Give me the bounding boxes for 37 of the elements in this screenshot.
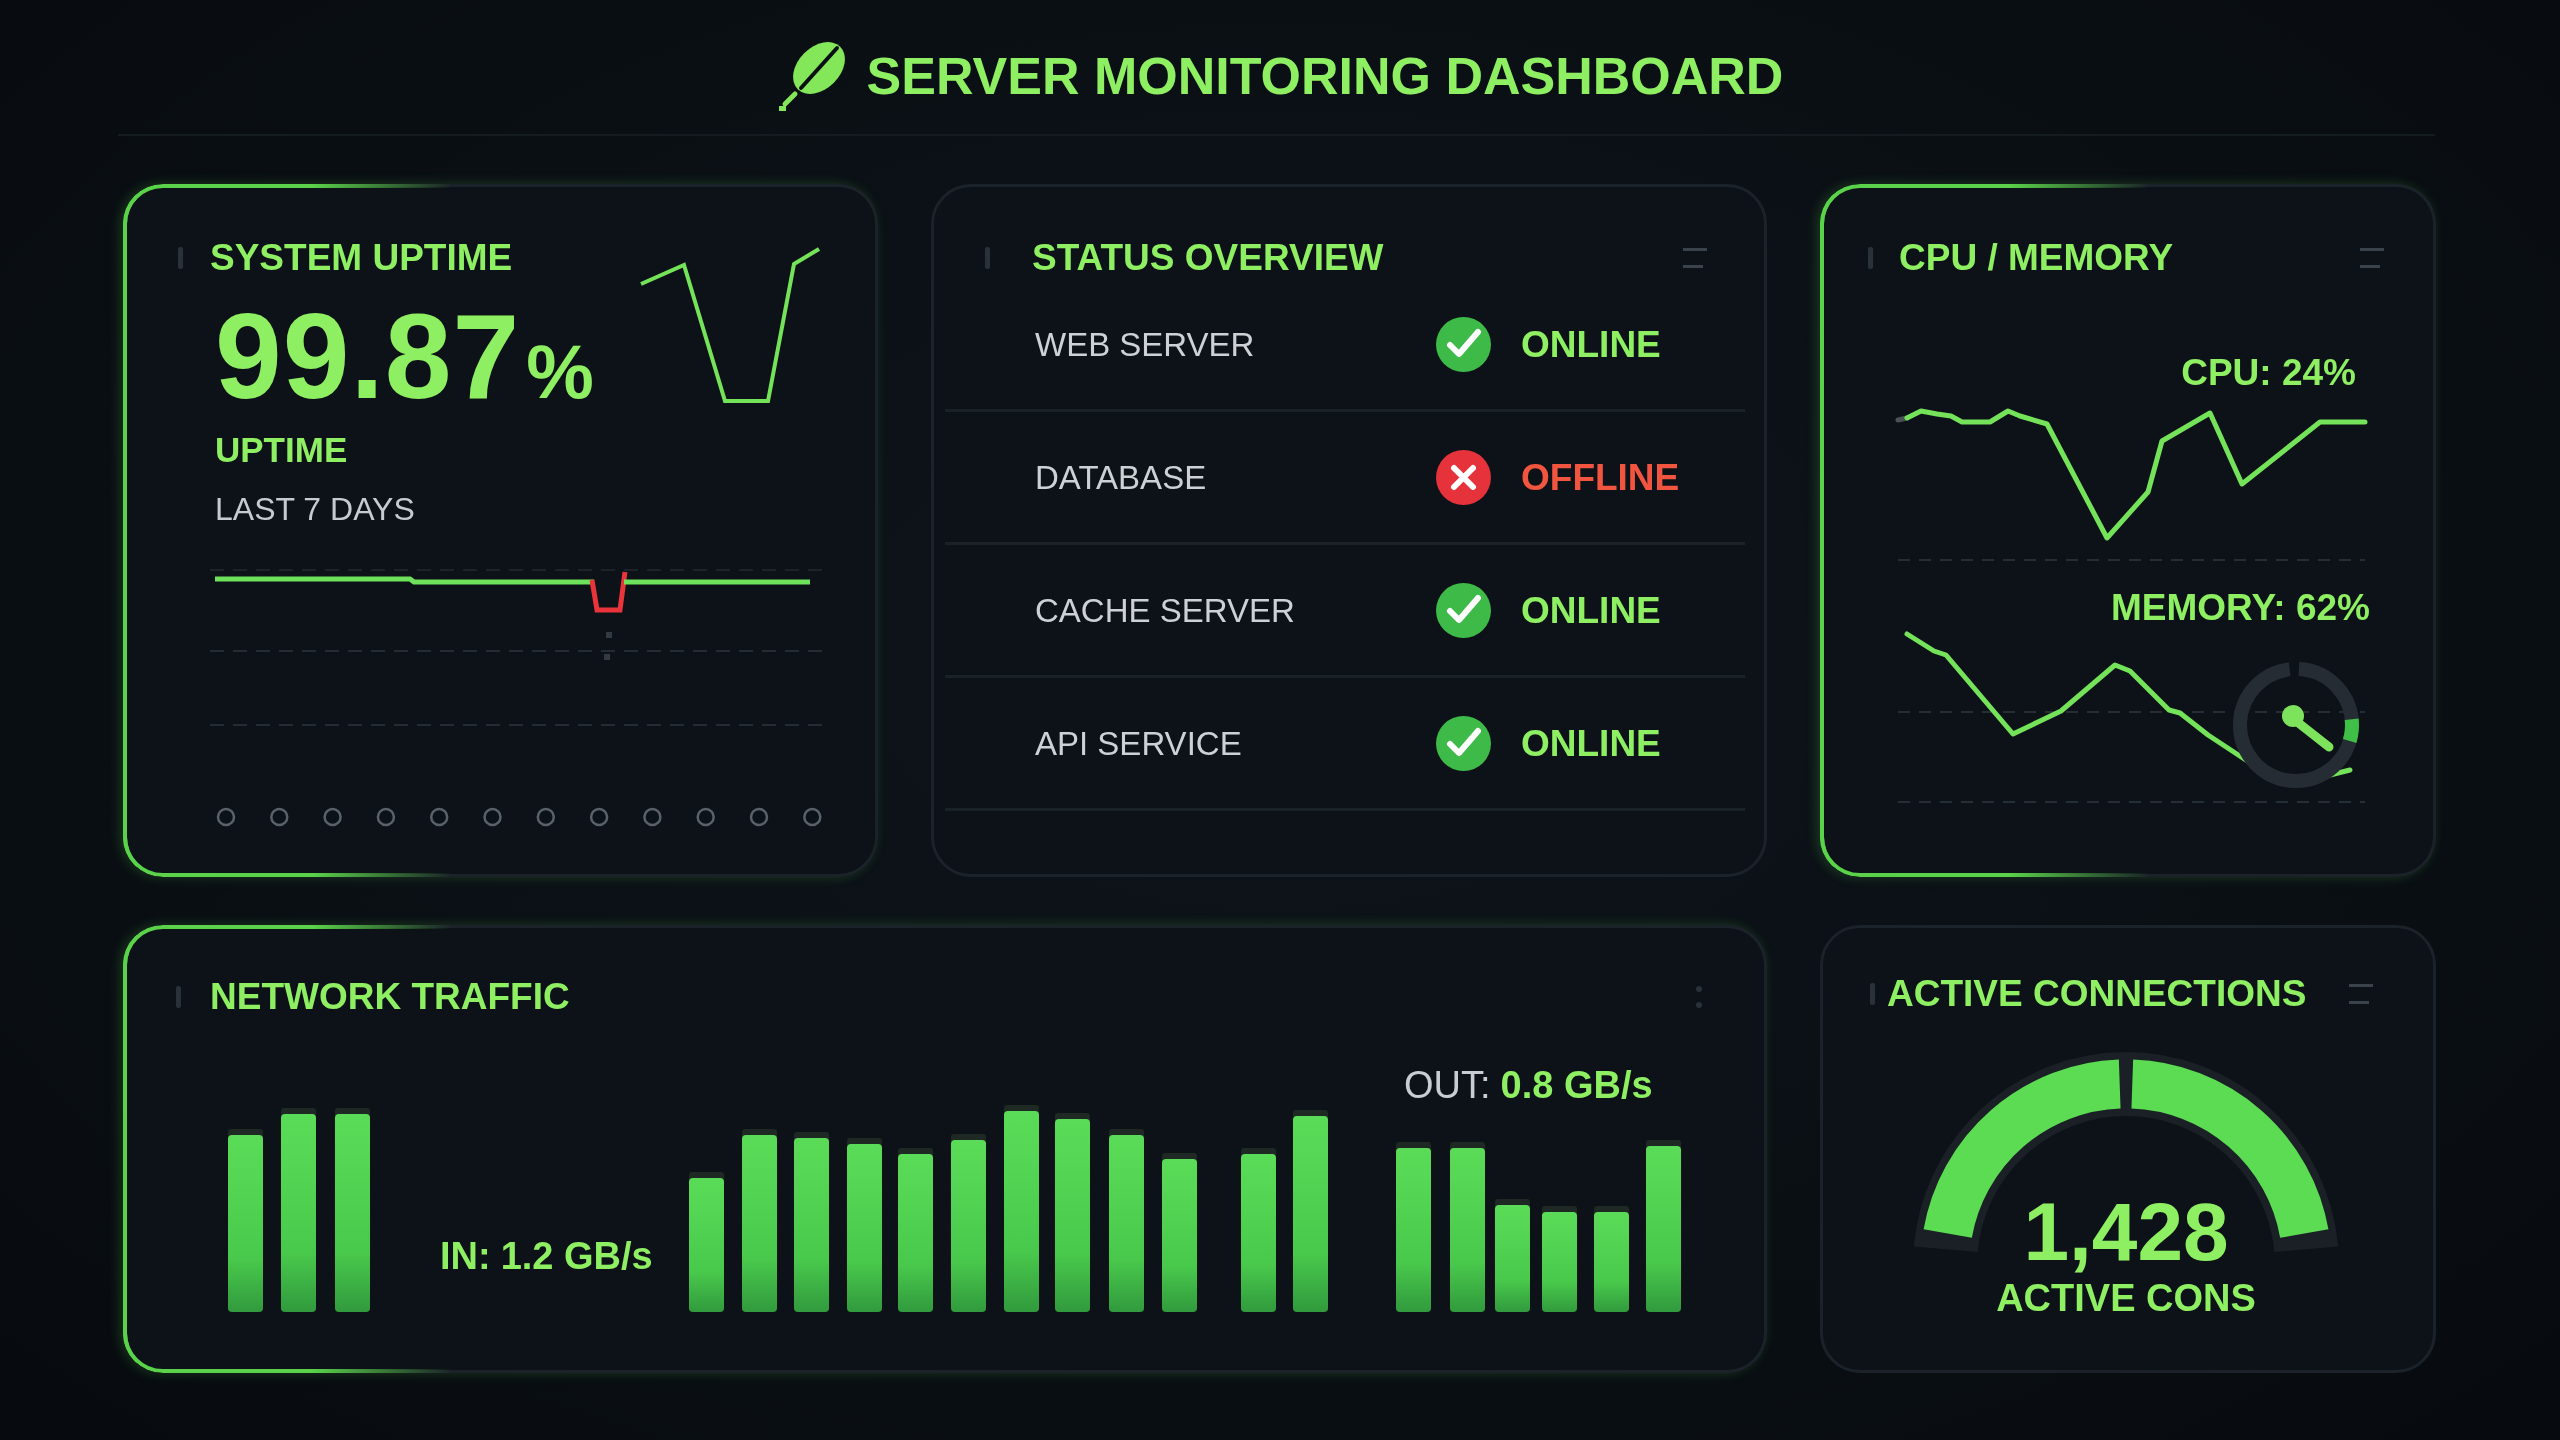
traffic-label: OUT: [1404,1066,1491,1104]
bar-icon [176,985,181,1008]
connection-count: 1,428 [2023,1191,2229,1273]
service-name: CACHE SERVER [1035,593,1295,627]
bar-icon [1870,982,1875,1005]
traffic-value: 1.2 GB/s [500,1237,653,1275]
service-status: OFFLINE [1521,458,1680,496]
service-status: ONLINE [1521,724,1661,762]
dashboard-title: SERVER MONITORING DASHBOARD [866,50,1784,102]
uptime-value: 99.87 [215,296,521,416]
traffic-value: 0.8 GB/s [1500,1066,1653,1104]
panel-title: STATUS OVERVIEW [1032,239,1384,276]
uptime-label: UPTIME [215,432,348,467]
bar-icon [985,246,990,269]
pin-icon [2232,661,2360,789]
menu-icon[interactable] [2360,247,2384,268]
more-icon[interactable] [1696,985,1702,1008]
metric-reading: MEMORY: 62% [2110,589,2370,626]
metric-reading: CPU: 24% [2181,354,2356,391]
uptime-unit: % [526,334,594,410]
period-label: LAST 7 DAYS [215,493,415,525]
service-name: DATABASE [1035,460,1207,494]
leaf-icon [776,39,847,113]
panel-title: CPU / MEMORY [1899,239,2174,276]
service-status: ONLINE [1521,591,1661,629]
panel-title: SYSTEM UPTIME [210,239,513,276]
panel-title: NETWORK TRAFFIC [210,978,570,1015]
service-status: ONLINE [1521,325,1661,363]
panel-title: ACTIVE CONNECTIONS [1887,975,2307,1012]
menu-icon[interactable] [1683,247,1707,268]
bar-icon [178,246,183,269]
menu-icon[interactable] [2349,983,2373,1004]
service-name: API SERVICE [1035,726,1242,760]
service-name: WEB SERVER [1035,327,1255,361]
connection-caption: ACTIVE CONS [1996,1279,2256,1317]
bar-icon [1868,246,1873,269]
traffic-label: IN: [440,1237,491,1275]
